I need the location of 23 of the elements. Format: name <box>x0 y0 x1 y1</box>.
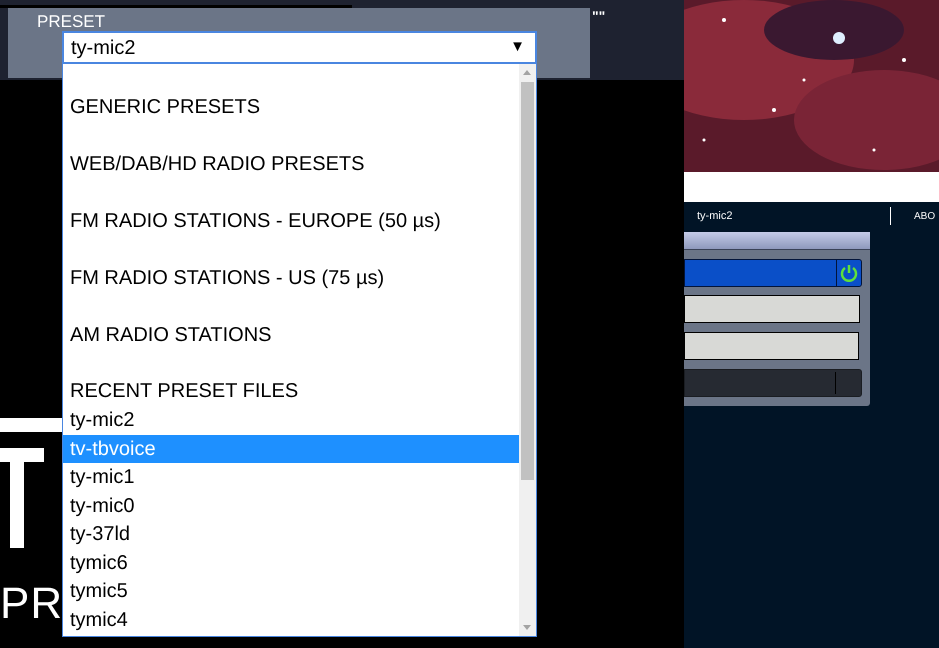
dropdown-option[interactable]: ty-37ld <box>63 520 520 548</box>
preset-select[interactable]: ty-mic2 ▼ <box>62 31 537 64</box>
dropdown-option[interactable]: ty-mic0 <box>63 492 520 520</box>
dropdown-option[interactable]: tymic6 <box>63 548 520 577</box>
dropdown-option[interactable]: ty-mic1 <box>63 463 520 492</box>
nav-link[interactable]: ABO <box>914 209 936 224</box>
text-field[interactable] <box>684 295 860 323</box>
preset-label: PRESET <box>37 11 106 33</box>
group-heading: WEB/DAB/HD RADIO PRESETS <box>69 152 366 177</box>
dropdown-option[interactable]: tymic5 <box>63 577 520 606</box>
dropdown-option[interactable]: ty-mic2 <box>63 406 520 434</box>
quote-marks: "" <box>592 7 606 26</box>
dropdown-option[interactable]: tymic4 <box>63 606 520 634</box>
group-heading: FM RADIO STATIONS - US (75 µs) <box>69 266 386 291</box>
group-heading: FM RADIO STATIONS - EUROPE (50 µs) <box>69 209 442 234</box>
text-field[interactable] <box>684 332 859 360</box>
group-heading: RECENT PRESET FILES <box>69 379 300 404</box>
group-heading: GENERIC PRESETS <box>69 95 262 120</box>
power-icon <box>840 264 858 282</box>
scrollbar[interactable] <box>519 64 536 636</box>
nav-link[interactable]: ty-mic2 <box>697 208 732 224</box>
group-heading: AM RADIO STATIONS <box>69 323 272 348</box>
logo-text: PR <box>0 582 64 626</box>
